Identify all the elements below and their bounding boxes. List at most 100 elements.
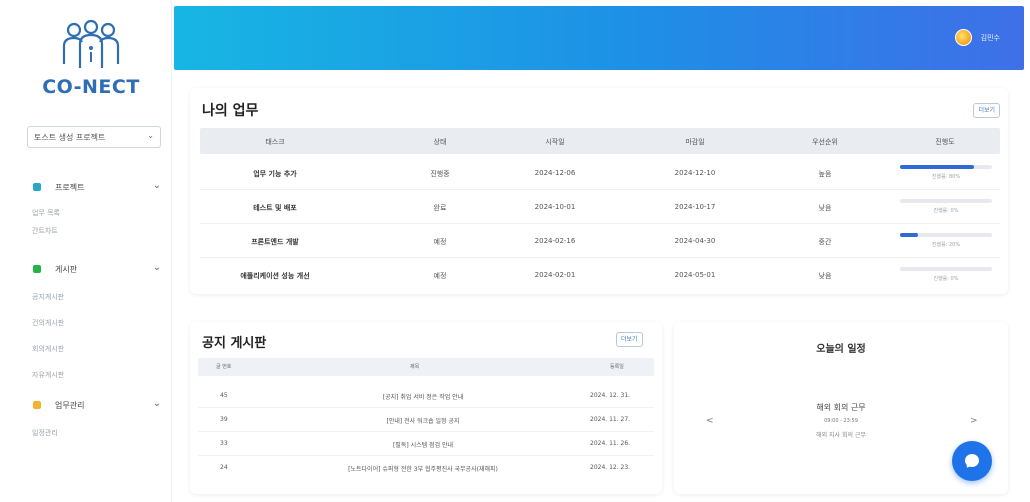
task-priority: 낮음 bbox=[818, 272, 832, 280]
sidebar-item-gantt[interactable]: 간트차트 bbox=[32, 226, 58, 236]
board-icon bbox=[33, 265, 41, 273]
notice-title[interactable]: [공지] 취업 서비 정은 작업 안내 bbox=[288, 392, 558, 401]
sidebar-group-label: 업무관리 bbox=[55, 401, 85, 410]
column-header: 태스크 bbox=[265, 138, 285, 146]
column-header: 글 번호 bbox=[216, 364, 232, 370]
notice-number: 45 bbox=[220, 392, 228, 399]
sidebar-item-notice[interactable]: 공지게시판 bbox=[32, 292, 64, 302]
sidebar-item-free[interactable]: 자유게시판 bbox=[32, 370, 64, 380]
progress-label: 진행률: 80% bbox=[931, 174, 961, 180]
notice-number: 33 bbox=[220, 440, 228, 447]
schedule-title: 오늘의 일정 bbox=[816, 344, 866, 355]
my-tasks-card: 나의 업무 더보기 태스크 상태 시작일 마감일 우선순위 진행도 업무 기능 … bbox=[190, 88, 1008, 294]
task-start: 2024-10-01 bbox=[534, 203, 576, 211]
notice-table-header: 글 번호 제목 등록일 bbox=[198, 358, 654, 376]
column-header: 진행도 bbox=[935, 138, 955, 146]
progress-bar bbox=[900, 267, 992, 271]
team-people-icon bbox=[62, 19, 120, 68]
top-header: 김민수 bbox=[174, 6, 1024, 70]
notice-more-button[interactable]: 더보기 bbox=[616, 332, 643, 347]
sidebar-group-label: 프로젝트 bbox=[55, 183, 85, 192]
notice-title[interactable]: [안내] 전사 워크숍 일정 공지 bbox=[288, 416, 558, 425]
task-name: 업무 기능 추가 bbox=[253, 170, 297, 178]
avatar[interactable] bbox=[955, 29, 972, 46]
table-row[interactable]: 33 [필독] 시스템 점검 안내 2024. 11. 26. bbox=[198, 432, 654, 456]
project-select[interactable]: 토스트 생성 프로젝트 ⌄ bbox=[27, 126, 161, 148]
task-start: 2024-02-16 bbox=[534, 237, 576, 245]
event-description: 해외 지사 회의 근무 bbox=[816, 432, 866, 439]
task-end: 2024-10-17 bbox=[674, 203, 716, 211]
username[interactable]: 김민수 bbox=[981, 33, 1000, 43]
chevron-down-icon: ⌄ bbox=[152, 262, 161, 273]
sidebar-group-board[interactable]: 게시판 ⌄ bbox=[27, 262, 167, 278]
task-start: 2024-12-06 bbox=[534, 169, 576, 177]
progress-bar bbox=[900, 233, 992, 237]
task-status: 예정 bbox=[433, 238, 447, 246]
project-icon bbox=[33, 183, 41, 191]
column-header: 등록일 bbox=[610, 364, 624, 370]
table-row[interactable]: 45 [공지] 취업 서비 정은 작업 안내 2024. 12. 31. bbox=[198, 384, 654, 408]
sidebar-group-project[interactable]: 프로젝트 ⌄ bbox=[27, 180, 167, 196]
task-priority: 중간 bbox=[818, 238, 832, 246]
task-end: 2024-04-30 bbox=[674, 237, 716, 245]
notice-title[interactable]: [필독] 시스템 점검 안내 bbox=[288, 440, 558, 449]
folder-icon bbox=[33, 401, 41, 409]
brand-logo[interactable]: CO-NECT bbox=[36, 18, 146, 108]
table-row[interactable]: 테스트 및 배포 완료 2024-10-01 2024-10-17 낮음 진행률… bbox=[200, 190, 1000, 224]
sidebar: CO-NECT 토스트 생성 프로젝트 ⌄ 프로젝트 ⌄ 업무 목록 간트차트 … bbox=[0, 0, 172, 502]
my-tasks-title: 나의 업무 bbox=[202, 103, 259, 119]
notice-board-card: 공지 게시판 더보기 글 번호 제목 등록일 45 [공지] 취업 서비 정은 … bbox=[190, 322, 662, 494]
sidebar-item-schedule[interactable]: 일정관리 bbox=[32, 428, 58, 438]
progress-label: 진행률: 20% bbox=[931, 242, 961, 248]
column-header: 시작일 bbox=[545, 138, 565, 146]
progress-bar bbox=[900, 165, 992, 169]
notice-date: 2024. 11. 27. bbox=[590, 416, 631, 423]
sidebar-item-suggestion[interactable]: 건의게시판 bbox=[32, 318, 64, 328]
table-row[interactable]: 업무 기능 추가 진행중 2024-12-06 2024-12-10 높음 진행… bbox=[200, 156, 1000, 190]
column-header: 우선순위 bbox=[812, 138, 838, 146]
task-start: 2024-02-01 bbox=[534, 271, 576, 279]
task-priority: 높음 bbox=[818, 170, 832, 178]
task-end: 2024-12-10 bbox=[674, 169, 716, 177]
table-row[interactable]: 프론트엔드 개발 예정 2024-02-16 2024-04-30 중간 진행률… bbox=[200, 224, 1000, 258]
task-name: 테스트 및 배포 bbox=[253, 204, 297, 212]
sidebar-item-task-list[interactable]: 업무 목록 bbox=[32, 208, 60, 218]
column-header: 상태 bbox=[433, 138, 447, 146]
column-header: 마감일 bbox=[685, 138, 705, 146]
chat-button[interactable] bbox=[952, 441, 992, 481]
notice-title[interactable]: [노트다이어] 슈퍼형 전한 3부 협주평진사 국무공사(재해피) bbox=[288, 464, 558, 473]
table-row[interactable]: 39 [안내] 전사 워크숍 일정 공지 2024. 11. 27. bbox=[198, 408, 654, 432]
chevron-down-icon: ⌄ bbox=[147, 131, 154, 140]
event-time: 09:00 - 23:59 bbox=[824, 418, 858, 424]
progress-fill bbox=[900, 233, 919, 237]
table-row[interactable]: 24 [노트다이어] 슈퍼형 전한 3부 협주평진사 국무공사(재해피) 202… bbox=[198, 456, 654, 480]
task-name: 프론트엔드 개발 bbox=[251, 238, 299, 246]
chevron-down-icon: ⌄ bbox=[152, 180, 161, 191]
event-title[interactable]: 해외 회의 근무 bbox=[674, 402, 1008, 413]
chevron-down-icon: ⌄ bbox=[152, 398, 161, 409]
logo-text: CO-NECT bbox=[42, 76, 140, 98]
notice-date: 2024. 11. 26. bbox=[590, 440, 631, 447]
project-select-value: 토스트 생성 프로젝트 bbox=[34, 133, 106, 142]
task-status: 예정 bbox=[433, 272, 447, 280]
progress-label: 진행률: 0% bbox=[933, 276, 959, 282]
notice-number: 39 bbox=[220, 416, 228, 423]
task-priority: 낮음 bbox=[818, 204, 832, 212]
table-row[interactable]: 애플리케이션 성능 개선 예정 2024-02-01 2024-05-01 낮음… bbox=[200, 258, 1000, 292]
sidebar-group-label: 게시판 bbox=[55, 265, 78, 274]
notice-date: 2024. 12. 23. bbox=[590, 464, 631, 471]
task-status: 진행중 bbox=[430, 170, 450, 178]
task-end: 2024-05-01 bbox=[674, 271, 716, 279]
my-tasks-more-button[interactable]: 더보기 bbox=[973, 103, 1000, 118]
notice-board-title: 공지 게시판 bbox=[202, 336, 267, 351]
task-name: 애플리케이션 성능 개선 bbox=[240, 272, 310, 280]
tasks-table-header: 태스크 상태 시작일 마감일 우선순위 진행도 bbox=[200, 128, 1000, 154]
sidebar-group-work[interactable]: 업무관리 ⌄ bbox=[27, 398, 167, 414]
sidebar-item-meeting[interactable]: 회의게시판 bbox=[32, 344, 64, 354]
progress-fill bbox=[900, 165, 974, 169]
column-header: 제목 bbox=[410, 364, 420, 370]
progress-label: 진행률: 0% bbox=[933, 208, 959, 214]
notice-date: 2024. 12. 31. bbox=[590, 392, 631, 399]
task-status: 완료 bbox=[433, 204, 447, 212]
notice-number: 24 bbox=[220, 464, 228, 471]
